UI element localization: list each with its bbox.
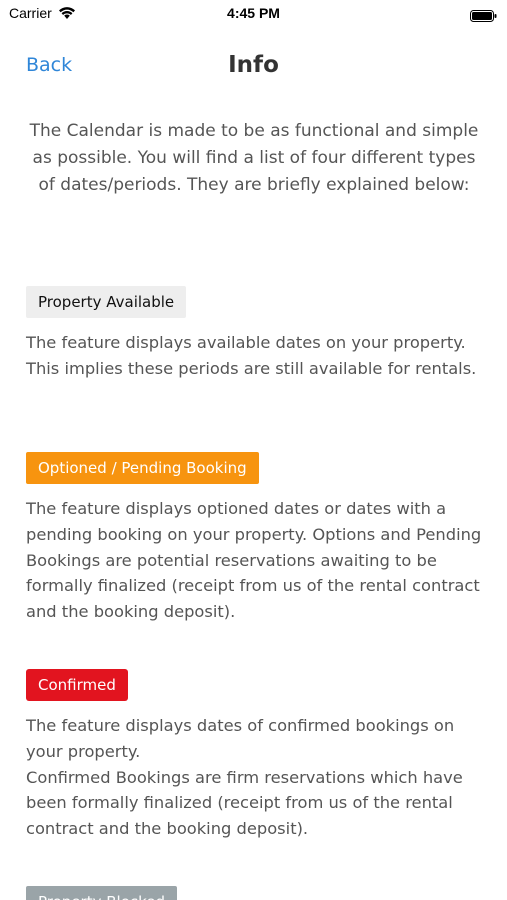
battery-icon <box>470 7 497 22</box>
section-property-blocked: Property Blocked <box>26 886 486 900</box>
section-description: The feature displays available dates on … <box>26 330 486 382</box>
description-paragraph: The feature displays dates of confirmed … <box>26 716 455 761</box>
intro-text: The Calendar is made to be as functional… <box>29 121 479 195</box>
status-badge-property-blocked: Property Blocked <box>26 886 178 900</box>
status-badge-optioned-pending: Optioned / Pending Booking <box>26 452 259 484</box>
section-description: The feature displays dates of confirmed … <box>26 713 486 842</box>
status-bar: Carrier 4:45 PM <box>0 0 507 28</box>
description-paragraph: The feature displays optioned dates or d… <box>26 499 482 622</box>
description-paragraph: The feature displays available dates on … <box>26 333 477 378</box>
status-badge-property-available: Property Available <box>26 286 187 318</box>
section-confirmed: Confirmed The feature displays dates of … <box>26 669 486 842</box>
status-time: 4:45 PM <box>227 5 280 21</box>
info-screen: Carrier 4:45 PM Back Info The Calendar i… <box>0 0 507 900</box>
section-property-available: Property Available The feature displays … <box>26 286 486 382</box>
navigation-bar: Back Info <box>0 40 507 92</box>
section-optioned-pending: Optioned / Pending Booking The feature d… <box>26 452 486 625</box>
page-title: Info <box>228 52 279 78</box>
section-description: The feature displays optioned dates or d… <box>26 496 486 625</box>
description-paragraph: Confirmed Bookings are firm reservations… <box>26 767 463 839</box>
status-badge-confirmed: Confirmed <box>26 669 128 701</box>
